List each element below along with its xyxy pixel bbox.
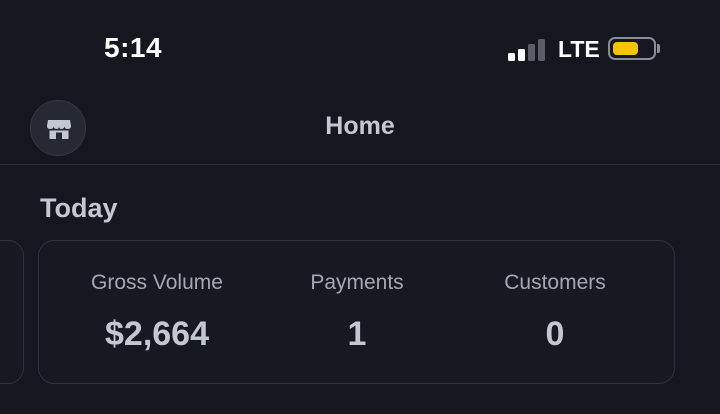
previous-card-peek[interactable] (0, 240, 24, 384)
page-title: Home (325, 112, 395, 140)
battery-cap (657, 44, 660, 53)
signal-bar (538, 39, 545, 61)
section-title-today: Today (40, 193, 118, 223)
signal-bar (508, 53, 515, 61)
metric-label: Customers (504, 271, 606, 294)
metric-value: $2,664 (105, 315, 209, 353)
metric-value: 1 (347, 315, 367, 353)
status-time: 5:14 (104, 32, 163, 63)
home-screen: 5:14 LTE Home Today Gross Volume $2,664 … (0, 0, 720, 414)
signal-strength-icon (508, 37, 548, 61)
metric-label: Gross Volume (91, 271, 223, 294)
network-type: LTE (558, 36, 600, 62)
battery-icon (608, 37, 656, 60)
metrics-card[interactable]: Gross Volume $2,664 Payments 1 Customers… (38, 240, 675, 384)
battery-level (613, 42, 638, 55)
signal-bar (518, 49, 525, 61)
nav-divider (0, 164, 720, 165)
signal-bar (528, 44, 535, 61)
metric-value: 0 (545, 315, 565, 353)
metric-label: Payments (310, 271, 404, 294)
